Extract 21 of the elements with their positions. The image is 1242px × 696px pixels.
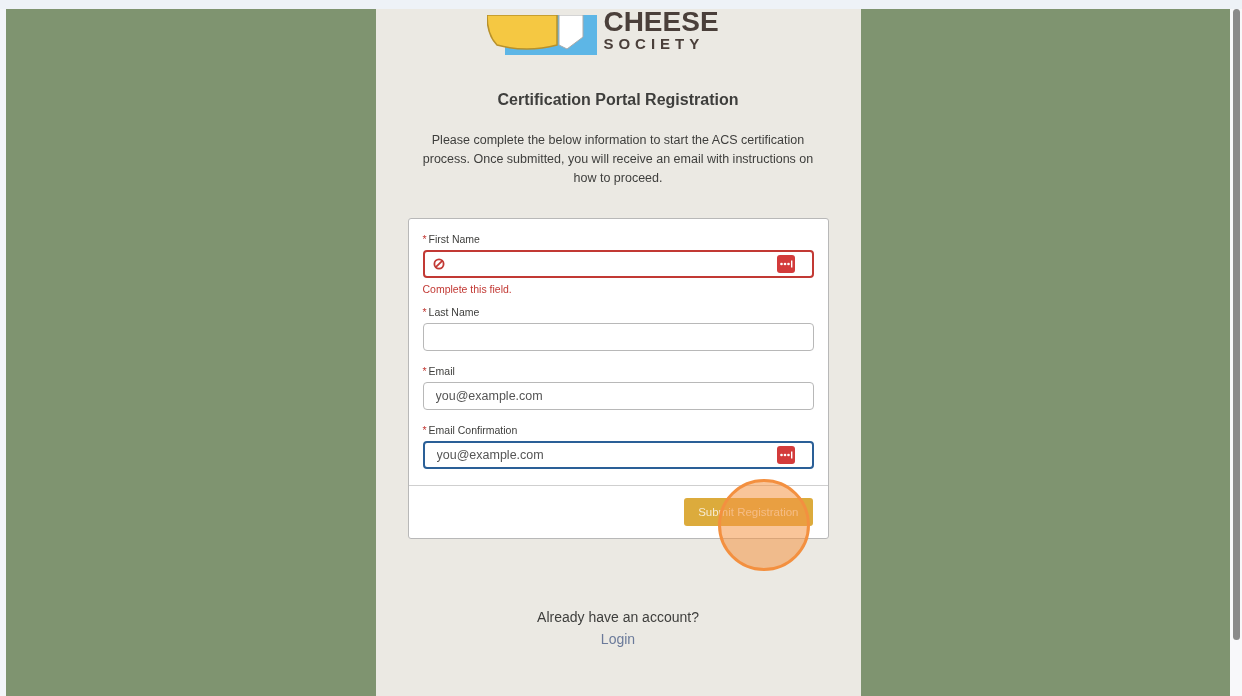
- page-title: Certification Portal Registration: [497, 91, 739, 109]
- field-label: Email Confirmation: [428, 424, 518, 436]
- input-field[interactable]: you@example.com: [422, 382, 814, 410]
- error-icon: [432, 258, 445, 270]
- input-field[interactable]: [422, 250, 814, 278]
- field-label: Last Name: [428, 306, 480, 318]
- field-label: Email: [428, 365, 455, 377]
- logo-subtitle: SOCIETY: [603, 35, 706, 53]
- error-message: Complete this field.: [422, 283, 513, 295]
- input-field[interactable]: [422, 323, 814, 351]
- required-mark: *: [422, 365, 427, 377]
- intro-text: Please complete the below information to start the ACS certification process. Once submitted, you will receive an email with instructions on how to proceed.: [421, 132, 815, 187]
- account-prompt: Already have an account?: [537, 609, 699, 625]
- logo-text: CHEESE: [603, 9, 719, 35]
- input-field[interactable]: you@example.com: [422, 441, 814, 469]
- required-mark: *: [422, 233, 427, 245]
- field-label: First Name: [428, 233, 480, 245]
- required-mark: *: [422, 306, 427, 318]
- required-mark: *: [422, 424, 427, 436]
- scrollbar-thumb[interactable]: [1232, 9, 1240, 640]
- login-link[interactable]: Login: [600, 631, 636, 647]
